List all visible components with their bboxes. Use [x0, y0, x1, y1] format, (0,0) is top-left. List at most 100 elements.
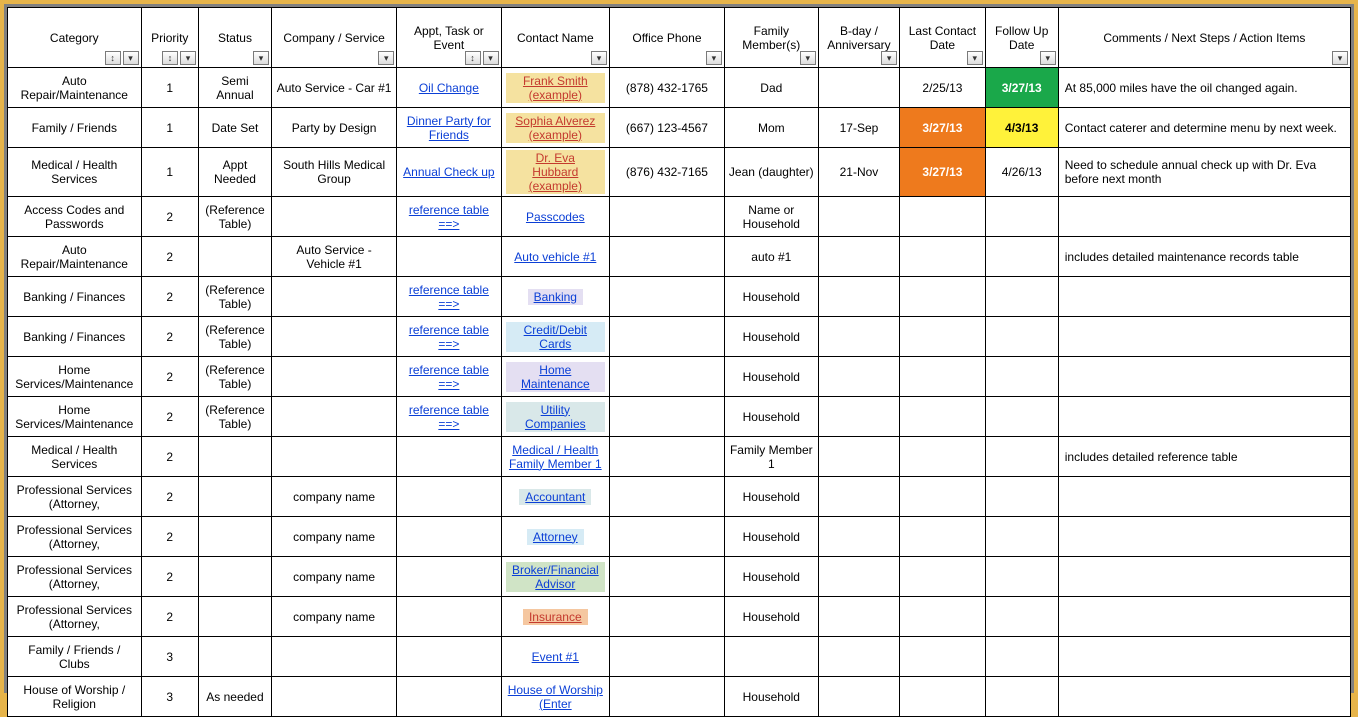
filter-dropdown-icon[interactable]: [591, 51, 607, 65]
filter-dropdown-icon[interactable]: [180, 51, 196, 65]
family-cell: Name or Household: [724, 197, 818, 237]
contact-link[interactable]: Home Maintenance: [521, 363, 590, 391]
bday-cell: [818, 597, 899, 637]
comments-cell-text: Contact caterer and determine menu by ne…: [1065, 121, 1337, 135]
contact-link[interactable]: Accountant: [525, 490, 585, 504]
phone-cell: (667) 123-4567: [610, 108, 725, 148]
sort-icon[interactable]: [105, 51, 121, 65]
status-cell: Semi Annual: [198, 68, 271, 108]
last-contact-cell: [900, 557, 986, 597]
contact-link[interactable]: Attorney: [533, 530, 578, 544]
contact-link[interactable]: Event #1: [532, 650, 579, 664]
contact-link[interactable]: Auto vehicle #1: [514, 250, 596, 264]
sort-icon[interactable]: [162, 51, 178, 65]
filter-dropdown-icon[interactable]: [967, 51, 983, 65]
column-header-label: Follow Up Date: [995, 24, 1048, 52]
column-header[interactable]: Priority: [141, 8, 198, 68]
appt-link[interactable]: Dinner Party for Friends: [407, 114, 491, 142]
contact-link[interactable]: Dr. Eva Hubbard (example): [529, 151, 582, 193]
category-cell: Access Codes and Passwords: [8, 197, 142, 237]
column-header[interactable]: Family Member(s): [724, 8, 818, 68]
contact-link[interactable]: Utility Companies: [525, 403, 586, 431]
filter-dropdown-icon[interactable]: [378, 51, 394, 65]
last-contact-cell-text: 2/25/13: [922, 81, 962, 95]
appt-link[interactable]: reference table ==>: [409, 283, 489, 311]
category-cell-text: Banking / Finances: [23, 290, 125, 304]
phone-cell: [610, 557, 725, 597]
appt-link[interactable]: reference table ==>: [409, 363, 489, 391]
contact-link[interactable]: Medical / Health Family Member 1: [509, 443, 602, 471]
company-cell: [271, 637, 396, 677]
family-cell-text: Dad: [760, 81, 782, 95]
phone-cell-text: (667) 123-4567: [626, 121, 708, 135]
family-cell: Household: [724, 597, 818, 637]
category-cell-text: Banking / Finances: [23, 330, 125, 344]
contact-link[interactable]: Frank Smith (example): [523, 74, 588, 102]
company-cell: company name: [271, 597, 396, 637]
column-header[interactable]: Appt, Task or Event: [397, 8, 501, 68]
priority-cell: 2: [141, 317, 198, 357]
family-cell-text: Family Member 1: [730, 443, 813, 471]
appt-link[interactable]: Oil Change: [419, 81, 479, 95]
last-contact-cell: [900, 317, 986, 357]
column-header[interactable]: Office Phone: [610, 8, 725, 68]
column-header[interactable]: Contact Name: [501, 8, 610, 68]
filter-dropdown-icon[interactable]: [253, 51, 269, 65]
status-cell-text: (Reference Table): [205, 363, 264, 391]
phone-cell: [610, 317, 725, 357]
status-cell: [198, 517, 271, 557]
appt-link[interactable]: Annual Check up: [403, 165, 494, 179]
appt-link[interactable]: reference table ==>: [409, 203, 489, 231]
appt-cell: [397, 517, 501, 557]
family-cell: Household: [724, 397, 818, 437]
family-cell-text: Household: [743, 410, 800, 424]
filter-dropdown-icon[interactable]: [881, 51, 897, 65]
filter-dropdown-icon[interactable]: [1332, 51, 1348, 65]
company-cell: South Hills Medical Group: [271, 148, 396, 197]
column-header[interactable]: B-day / Anniversary: [818, 8, 899, 68]
company-cell: company name: [271, 557, 396, 597]
category-cell-text: Medical / Health Services: [31, 443, 117, 471]
table-row: Banking / Finances2(Reference Table)refe…: [8, 317, 1351, 357]
appt-cell: Oil Change: [397, 68, 501, 108]
family-cell-text: Household: [743, 530, 800, 544]
contact-cell: Home Maintenance: [501, 357, 610, 397]
contact-link[interactable]: Broker/Financial Advisor: [512, 563, 599, 591]
comments-cell: [1058, 197, 1350, 237]
company-cell-text: company name: [293, 490, 375, 504]
column-header[interactable]: Follow Up Date: [985, 8, 1058, 68]
phone-cell: [610, 357, 725, 397]
filter-dropdown-icon[interactable]: [800, 51, 816, 65]
filter-dropdown-icon[interactable]: [123, 51, 139, 65]
bday-cell: [818, 437, 899, 477]
column-header-label: Comments / Next Steps / Action Items: [1103, 31, 1305, 45]
column-header[interactable]: Comments / Next Steps / Action Items: [1058, 8, 1350, 68]
comments-cell: Need to schedule annual check up with Dr…: [1058, 148, 1350, 197]
column-header[interactable]: Company / Service: [271, 8, 396, 68]
contact-link[interactable]: Banking: [534, 290, 577, 304]
contact-link[interactable]: Insurance: [529, 610, 582, 624]
appt-cell: reference table ==>: [397, 197, 501, 237]
priority-cell: 2: [141, 197, 198, 237]
column-header[interactable]: Status: [198, 8, 271, 68]
sort-icon[interactable]: [465, 51, 481, 65]
status-cell-text: (Reference Table): [205, 283, 264, 311]
column-header[interactable]: Last Contact Date: [900, 8, 986, 68]
contact-wrapper: Event #1: [532, 650, 579, 664]
company-cell: Auto Service - Vehicle #1: [271, 237, 396, 277]
filter-dropdown-icon[interactable]: [1040, 51, 1056, 65]
contact-link[interactable]: Credit/Debit Cards: [524, 323, 587, 351]
category-cell: Banking / Finances: [8, 317, 142, 357]
contact-link[interactable]: Passcodes: [526, 210, 585, 224]
appt-link[interactable]: reference table ==>: [409, 323, 489, 351]
category-cell: Professional Services (Attorney,: [8, 597, 142, 637]
appt-link[interactable]: reference table ==>: [409, 403, 489, 431]
filter-dropdown-icon[interactable]: [706, 51, 722, 65]
contact-link[interactable]: Sophia Alverez (example): [515, 114, 595, 142]
contact-cell: Event #1: [501, 637, 610, 677]
phone-cell: [610, 397, 725, 437]
filter-dropdown-icon[interactable]: [483, 51, 499, 65]
column-header[interactable]: Category: [8, 8, 142, 68]
family-cell-text: Household: [743, 370, 800, 384]
contact-cell: Dr. Eva Hubbard (example): [501, 148, 610, 197]
